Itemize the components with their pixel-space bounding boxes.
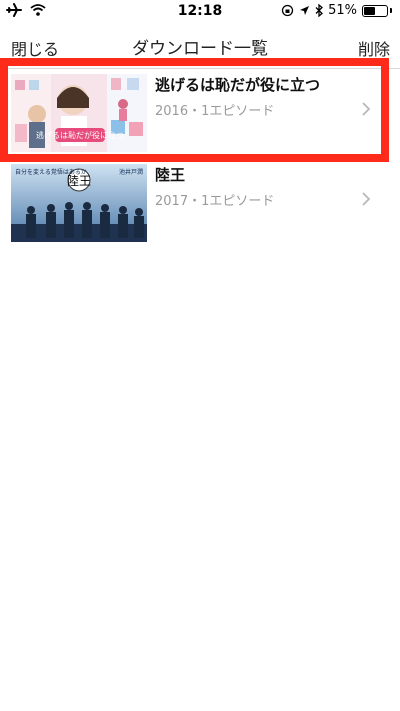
chevron-right-icon	[362, 192, 370, 206]
battery-tip	[390, 8, 392, 13]
highlight-box	[0, 58, 389, 162]
poster-image: 陸王 自分を変える覚悟はあるか 池井戸潤	[11, 164, 147, 242]
poster-title-text: 陸王	[67, 174, 91, 188]
battery-icon	[362, 4, 388, 17]
status-right: 51%	[281, 3, 392, 18]
battery-level	[364, 6, 375, 15]
poster-tagline-text: 自分を変える覚悟はあるか	[15, 168, 87, 176]
status-bar: 12:18 51%	[0, 0, 400, 22]
location-arrow-icon	[300, 6, 310, 15]
delete-button[interactable]: 削除	[358, 36, 390, 60]
download-item-rikuoh[interactable]: 陸王 自分を変える覚悟はあるか 池井戸潤 陸王 2017・1エピソード	[0, 159, 400, 249]
bluetooth-icon	[315, 4, 324, 17]
page-title: ダウンロード一覧	[132, 39, 268, 59]
poster-author-text: 池井戸潤	[119, 168, 143, 176]
battery-percent: 51%	[328, 3, 357, 18]
item-title: 陸王	[155, 166, 186, 184]
thumbnail-rikuoh: 陸王 自分を変える覚悟はあるか 池井戸潤	[11, 164, 147, 242]
item-subtitle: 2017・1エピソード	[155, 194, 275, 209]
orientation-lock-icon	[281, 4, 294, 17]
